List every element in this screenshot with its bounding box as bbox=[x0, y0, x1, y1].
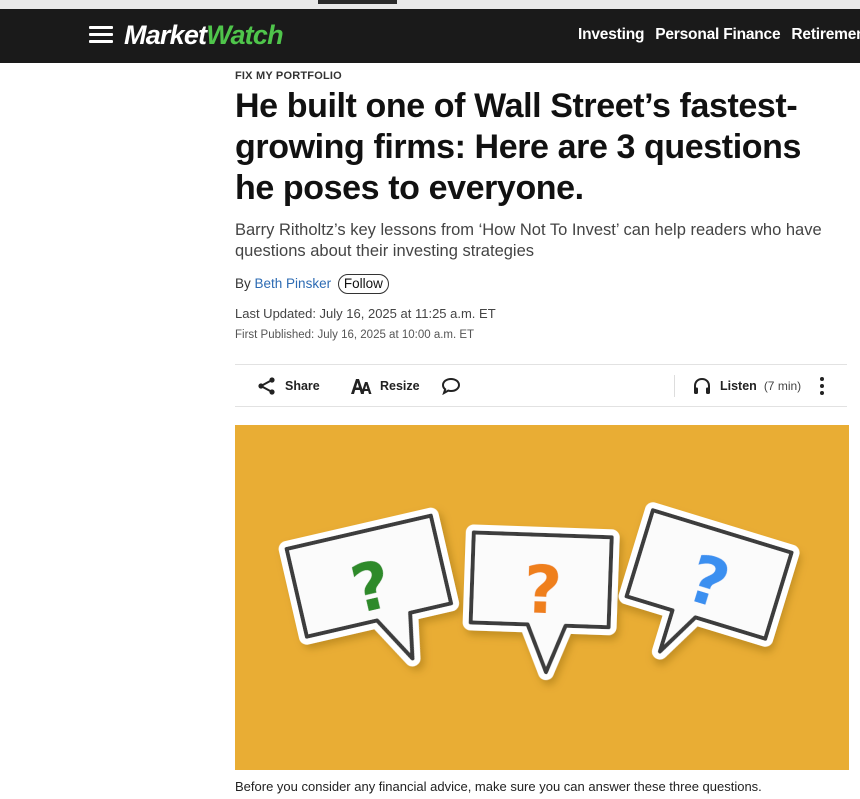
primary-nav: Investing Personal Finance Retirement bbox=[578, 26, 860, 44]
more-vertical-icon bbox=[820, 376, 824, 395]
browser-top-strip bbox=[0, 0, 860, 9]
nav-link-investing[interactable]: Investing bbox=[578, 26, 644, 43]
nav-link-retirement[interactable]: Retirement bbox=[791, 26, 860, 43]
text-resize-icon bbox=[351, 378, 372, 394]
hero-caption: Before you consider any financial advice… bbox=[235, 779, 762, 794]
hero-image: ? ? ? bbox=[235, 425, 849, 770]
comment-bubble-icon bbox=[441, 377, 461, 395]
share-button[interactable]: Share bbox=[257, 365, 320, 406]
more-options-button[interactable] bbox=[818, 365, 834, 406]
follow-button[interactable]: Follow bbox=[337, 274, 389, 294]
hamburger-menu-icon[interactable] bbox=[89, 25, 113, 45]
last-updated-timestamp: Last Updated: July 16, 2025 at 11:25 a.m… bbox=[235, 306, 496, 321]
site-navbar: MarketWatch Investing Personal Finance Ret… bbox=[0, 9, 860, 63]
resize-button[interactable]: Resize bbox=[350, 365, 420, 406]
first-published-timestamp: First Published: July 16, 2025 at 10:00 … bbox=[235, 329, 475, 341]
marketwatch-logo[interactable]: MarketWatch bbox=[124, 20, 284, 51]
speech-bubble-icon-green: ? bbox=[278, 507, 460, 667]
author-link[interactable]: Beth Pinsker bbox=[255, 276, 332, 291]
nav-link-personal-finance[interactable]: Personal Finance bbox=[655, 26, 780, 43]
question-mark-icon-orange: ? bbox=[522, 551, 563, 629]
speech-bubble-icon-orange: ? bbox=[462, 524, 620, 681]
byline: By Beth Pinsker Follow bbox=[235, 274, 389, 294]
browser-tab-indicator bbox=[318, 0, 397, 4]
headphones-icon bbox=[694, 377, 710, 394]
question-bubbles-illustration: ? ? ? bbox=[278, 502, 800, 681]
article-headline: He built one of Wall Street’s fastest-gr… bbox=[235, 87, 802, 207]
logo-text-watch: Watch bbox=[206, 20, 283, 50]
byline-prefix: By bbox=[235, 276, 251, 291]
toolbar-divider bbox=[674, 375, 675, 397]
share-label: Share bbox=[285, 378, 320, 393]
resize-label: Resize bbox=[380, 378, 420, 393]
share-icon bbox=[258, 376, 275, 395]
article-toolbar: Share Resize Listen (7 min) bbox=[235, 364, 847, 407]
listen-button[interactable]: Listen (7 min) bbox=[692, 365, 801, 406]
listen-label: Listen bbox=[720, 378, 757, 393]
comments-button[interactable] bbox=[441, 365, 469, 406]
article-kicker[interactable]: FIX MY PORTFOLIO bbox=[235, 70, 342, 82]
logo-text-market: Market bbox=[124, 20, 207, 50]
article-dek: Barry Ritholtz’s key lessons from ‘How N… bbox=[235, 221, 822, 260]
listen-duration: (7 min) bbox=[763, 378, 802, 393]
speech-bubble-icon-blue: ? bbox=[618, 502, 800, 660]
